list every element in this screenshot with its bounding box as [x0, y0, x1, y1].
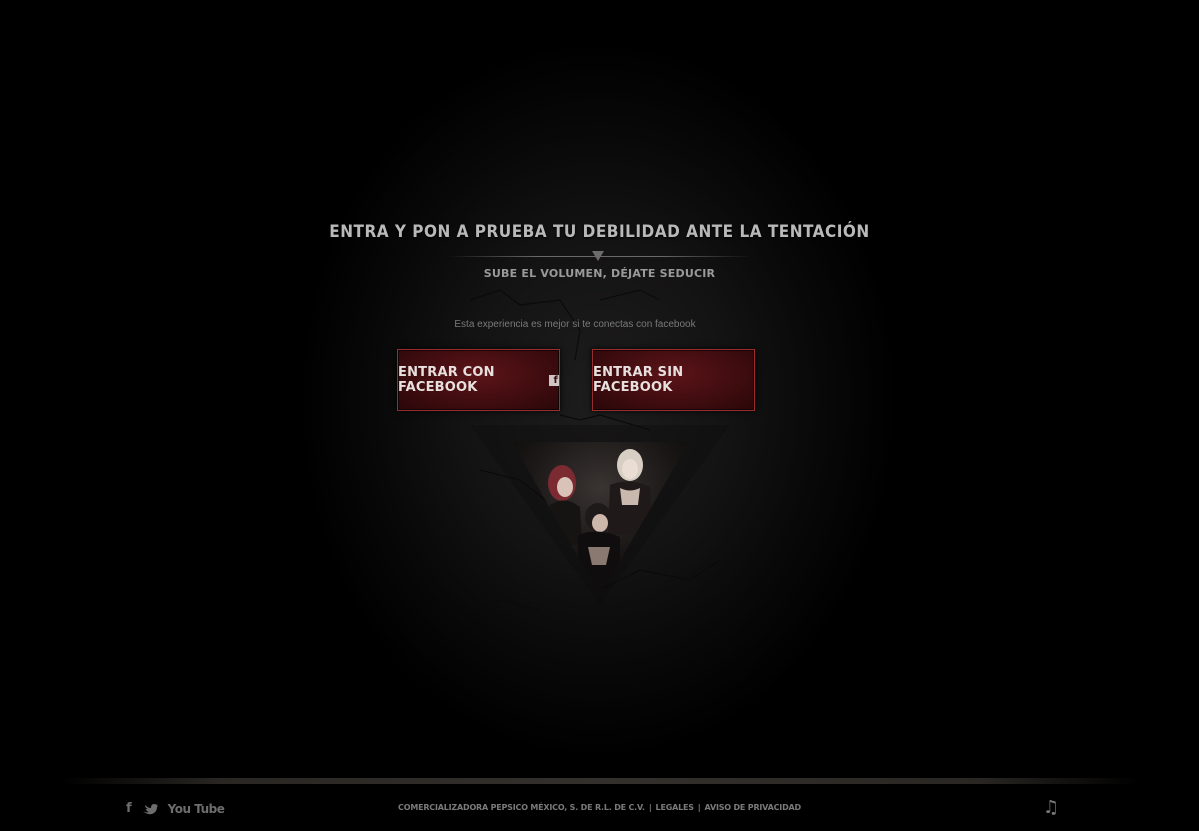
enter-without-facebook-button[interactable]: ENTRAR SIN FACEBOOK — [592, 349, 755, 411]
footer-legal: COMERCIALIZADORA PEPSICO MÉXICO, S. DE R… — [0, 803, 1199, 812]
facebook-note: Esta experiencia es mejor si te conectas… — [454, 319, 696, 330]
enter-with-facebook-button[interactable]: ENTRAR CON FACEBOOK f — [397, 349, 560, 411]
footer-divider — [60, 778, 1140, 784]
legales-link[interactable]: LEGALES — [656, 803, 694, 812]
headline: ENTRA Y PON A PRUEBA TU DEBILIDAD ANTE L… — [329, 222, 870, 242]
separator: | — [697, 803, 701, 812]
music-toggle-icon[interactable]: ♫ — [1043, 797, 1059, 818]
enter-with-facebook-label: ENTRAR CON FACEBOOK — [398, 365, 495, 395]
triangle-artwork — [470, 425, 730, 605]
separator: | — [648, 803, 652, 812]
crack-texture — [459, 289, 721, 661]
landing-page: ENTRA Y PON A PRUEBA TU DEBILIDAD ANTE L… — [0, 0, 1199, 831]
privacy-link[interactable]: AVISO DE PRIVACIDAD — [705, 803, 802, 812]
company-name: COMERCIALIZADORA PEPSICO MÉXICO, S. DE R… — [398, 803, 645, 812]
down-arrow-icon — [592, 251, 604, 261]
enter-without-facebook-label: ENTRAR SIN FACEBOOK — [593, 365, 684, 395]
subheadline: SUBE EL VOLUMEN, DÉJATE SEDUCIR — [483, 267, 716, 280]
facebook-icon: f — [549, 374, 559, 386]
